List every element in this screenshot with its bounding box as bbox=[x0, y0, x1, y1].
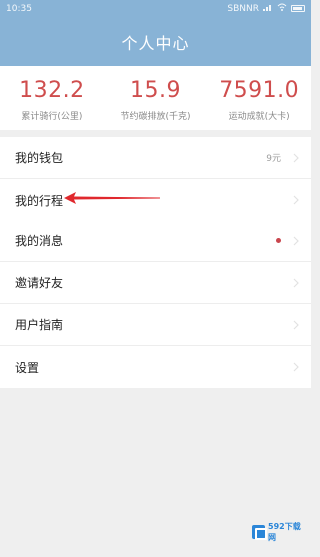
stat-calories: 7591.0 运动成就(大卡) bbox=[207, 66, 311, 130]
menu-item-settings[interactable]: 设置 bbox=[0, 346, 311, 388]
unread-badge bbox=[276, 238, 281, 243]
chevron-right-icon bbox=[289, 320, 299, 330]
menu-item-label: 邀请好友 bbox=[15, 276, 64, 290]
stat-distance: 132.2 累计骑行(公里) bbox=[0, 66, 104, 130]
chevron-right-icon bbox=[289, 195, 299, 205]
menu-item-label: 我的消息 bbox=[15, 234, 64, 248]
menu-item-messages[interactable]: 我的消息 bbox=[0, 220, 311, 262]
watermark-text: 592下载网 bbox=[268, 522, 301, 542]
status-bar: 10:35 SBNNR bbox=[0, 0, 311, 17]
menu-item-guide[interactable]: 用户指南 bbox=[0, 304, 311, 346]
signal-icon bbox=[263, 3, 273, 14]
menu-group-account: 我的钱包 9元 我的行程 bbox=[0, 137, 311, 221]
menu-item-wallet[interactable]: 我的钱包 9元 bbox=[0, 137, 311, 179]
menu-group-more: 我的消息 邀请好友 用户指南 设置 bbox=[0, 220, 311, 388]
stat-value: 132.2 bbox=[19, 78, 85, 103]
watermark-logo-icon bbox=[252, 525, 268, 540]
network-text: SBNNR bbox=[227, 3, 259, 14]
wallet-balance: 9元 bbox=[266, 154, 281, 164]
chevron-right-icon bbox=[289, 153, 299, 163]
status-right: SBNNR bbox=[227, 3, 305, 14]
chevron-right-icon bbox=[289, 236, 299, 246]
annotation-arrow-icon bbox=[64, 192, 160, 204]
stat-label: 累计骑行(公里) bbox=[21, 112, 83, 122]
menu-item-label: 设置 bbox=[15, 360, 40, 375]
stat-carbon: 15.9 节约碳排放(千克) bbox=[104, 66, 208, 130]
menu-item-label: 用户指南 bbox=[15, 318, 64, 332]
stat-value: 15.9 bbox=[130, 78, 181, 103]
page-title: 个人中心 bbox=[121, 33, 190, 53]
menu-item-invite[interactable]: 邀请好友 bbox=[0, 262, 311, 304]
battery-icon bbox=[291, 5, 305, 12]
header: 个人中心 bbox=[0, 17, 311, 66]
chevron-right-icon bbox=[289, 278, 299, 288]
stats-panel: 132.2 累计骑行(公里) 15.9 节约碳排放(千克) 7591.0 运动成… bbox=[0, 66, 311, 130]
menu-item-label: 我的钱包 bbox=[15, 151, 64, 165]
menu-item-label: 我的行程 bbox=[15, 193, 64, 208]
wifi-icon bbox=[277, 3, 287, 14]
status-time: 10:35 bbox=[6, 3, 32, 14]
chevron-right-icon bbox=[289, 362, 299, 372]
stat-label: 运动成就(大卡) bbox=[228, 112, 290, 122]
watermark: 592下载网 bbox=[252, 522, 306, 542]
stat-value: 7591.0 bbox=[219, 78, 300, 103]
stat-label: 节约碳排放(千克) bbox=[120, 112, 191, 122]
screen: 10:35 SBNNR 个人中心 132.2 累计骑行(公里) 15.9 节约碳… bbox=[0, 0, 311, 557]
